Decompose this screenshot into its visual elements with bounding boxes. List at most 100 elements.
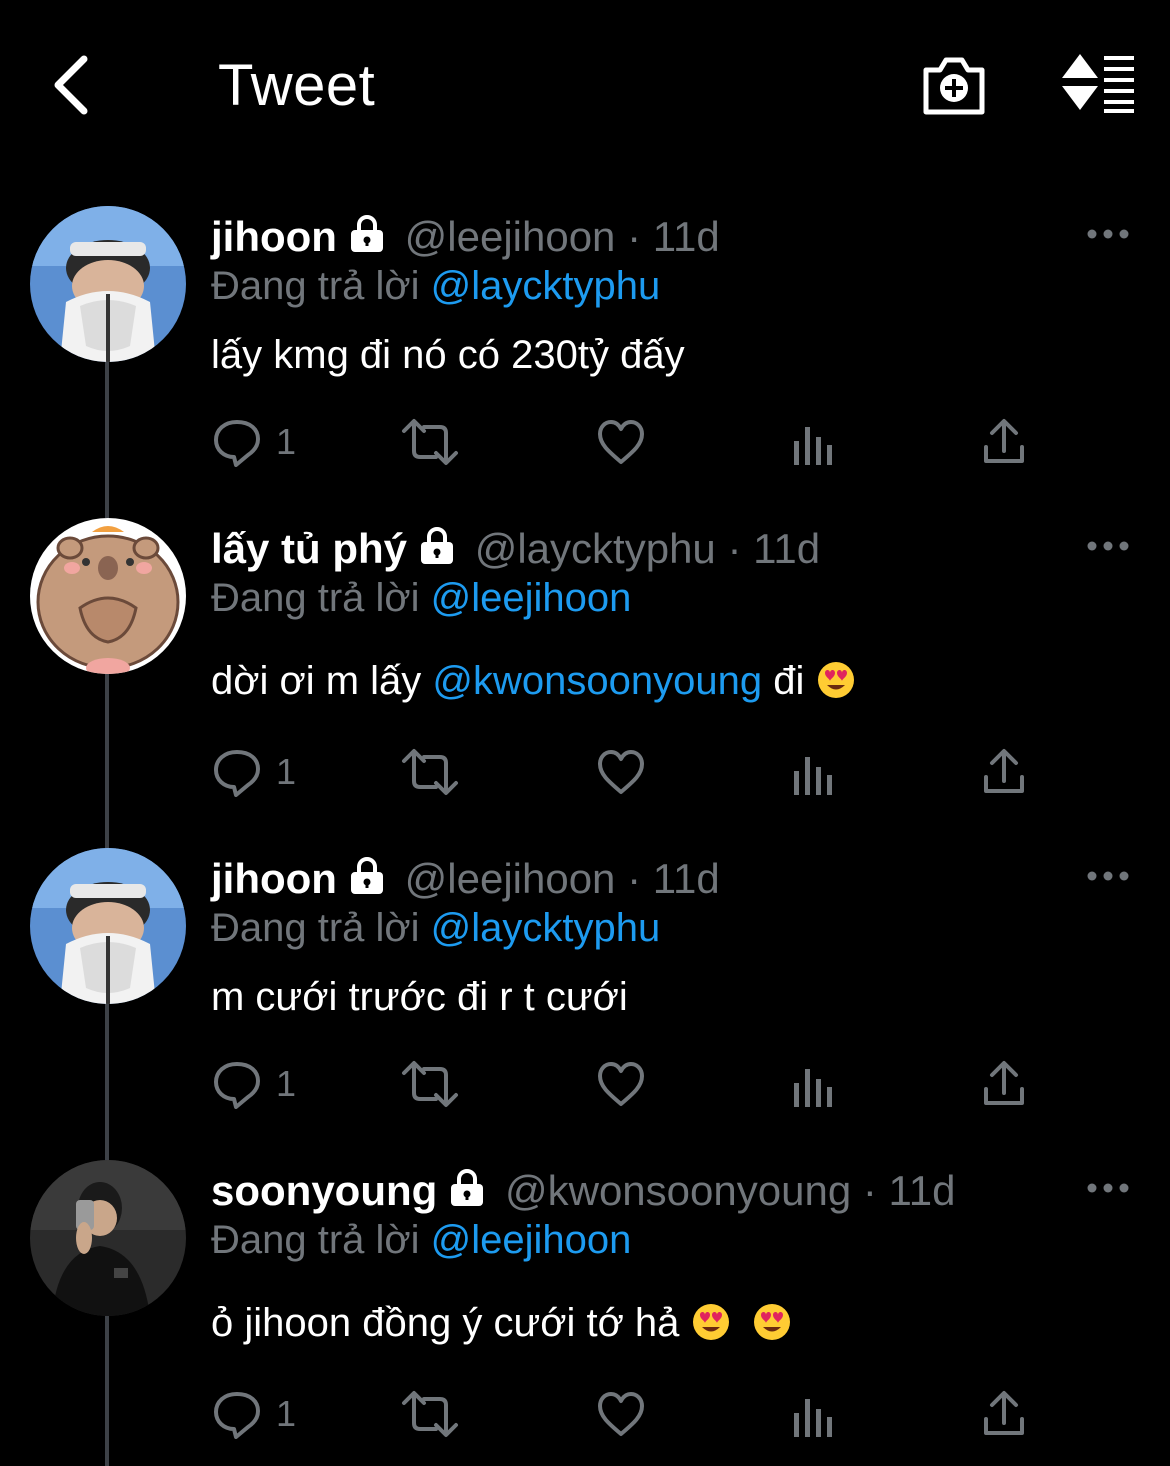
separator-dot: · (727, 525, 742, 572)
replying-to-label: Đang trả lời (211, 1218, 420, 1262)
thread-line (105, 1004, 109, 1162)
avatar-photo-soonyoung (30, 1160, 186, 1316)
share-button[interactable] (982, 1388, 1026, 1440)
user-handle[interactable]: @leejihoon (405, 855, 616, 902)
more-options-button[interactable] (1086, 534, 1130, 558)
user-handle[interactable]: @leejihoon (405, 213, 616, 260)
tweet-actions: 1 (210, 1058, 1040, 1118)
reply-count: 1 (276, 421, 297, 462)
replying-to: Đang trả lời @laycktyphu (211, 262, 660, 310)
replying-to: Đang trả lời @laycktyphu (211, 904, 660, 952)
analytics-button[interactable] (792, 1388, 836, 1440)
tweet-mention[interactable]: @kwonsoonyoung (432, 659, 762, 703)
replying-to-mention[interactable]: @leejihoon (431, 576, 632, 620)
share-icon (984, 1391, 1024, 1435)
camera-button[interactable] (920, 50, 988, 118)
sort-button[interactable] (1058, 52, 1138, 114)
more-options-button[interactable] (1086, 1176, 1130, 1200)
analytics-icon (794, 1399, 832, 1437)
avatar[interactable] (30, 1160, 186, 1316)
retweet-button[interactable] (400, 1388, 460, 1440)
retweet-icon (402, 1061, 458, 1107)
tweet-text: lấy kmg đi nó có 230tỷ đấy (211, 333, 685, 377)
replying-to-label: Đang trả lời (211, 906, 420, 950)
avatar-capybara (30, 518, 186, 674)
like-button[interactable] (596, 416, 646, 468)
like-button[interactable] (596, 1388, 646, 1440)
user-handle[interactable]: @kwonsoonyoung (505, 1167, 851, 1214)
thread-line (105, 1316, 109, 1466)
analytics-icon (794, 1069, 832, 1107)
page-title: Tweet (218, 53, 376, 118)
timestamp: 11d (652, 855, 720, 902)
timestamp: 11d (888, 1167, 956, 1214)
analytics-button[interactable] (792, 746, 836, 798)
tweet-text-part: ỏ jihoon đồng ý cưới tớ hả (211, 1301, 680, 1345)
tweet-text-part: dời ơi m lấy (211, 659, 422, 703)
more-options-button[interactable] (1086, 864, 1130, 888)
thread-line (105, 674, 109, 850)
avatar-photo-jihoon (30, 848, 186, 1004)
replying-to-mention[interactable]: @laycktyphu (431, 906, 661, 950)
reply-count: 1 (276, 1393, 297, 1434)
like-button[interactable] (596, 746, 646, 798)
tweet-header: lấy tủ phý @laycktyphu · 11d (211, 524, 820, 576)
analytics-icon (794, 757, 832, 795)
share-button[interactable] (982, 746, 1026, 798)
reply-button[interactable]: 1 (212, 746, 296, 798)
more-icon (1087, 541, 1129, 551)
replying-to-label: Đang trả lời (211, 264, 420, 308)
more-icon (1087, 229, 1129, 239)
lock-icon (417, 525, 457, 576)
share-button[interactable] (982, 1058, 1026, 1110)
timestamp: 11d (753, 525, 821, 572)
timestamp: 11d (652, 213, 720, 260)
retweet-icon (402, 419, 458, 465)
reply-button[interactable]: 1 (212, 1058, 296, 1110)
reply-button[interactable]: 1 (212, 1388, 296, 1440)
tweet-text-part: đi (773, 659, 805, 703)
display-name[interactable]: jihoon (211, 855, 337, 902)
share-icon (984, 1061, 1024, 1105)
heart-icon (598, 1392, 644, 1436)
user-handle[interactable]: @laycktyphu (475, 525, 716, 572)
reply-icon (214, 1392, 260, 1439)
more-options-button[interactable] (1086, 222, 1130, 246)
tweet-actions: 1 (210, 746, 1040, 806)
retweet-icon (402, 1391, 458, 1437)
display-name[interactable]: soonyoung (211, 1167, 437, 1214)
retweet-button[interactable] (400, 416, 460, 468)
heart-icon (598, 420, 644, 464)
avatar[interactable] (30, 518, 186, 674)
retweet-button[interactable] (400, 1058, 460, 1110)
tweet-actions: 1 (210, 1388, 1040, 1448)
heart-eyes-emoji-icon (692, 1304, 729, 1340)
share-button[interactable] (982, 416, 1026, 468)
lock-icon (447, 1167, 487, 1218)
analytics-button[interactable] (792, 416, 836, 468)
avatar[interactable] (30, 848, 186, 1004)
display-name[interactable]: jihoon (211, 213, 337, 260)
replying-to-mention[interactable]: @laycktyphu (431, 264, 661, 308)
retweet-button[interactable] (400, 746, 460, 798)
tweet-text: m cưới trước đi r t cưới (211, 975, 628, 1019)
replying-to-label: Đang trả lời (211, 576, 420, 620)
replying-to-mention[interactable]: @leejihoon (431, 1218, 632, 1262)
avatar[interactable] (30, 206, 186, 362)
display-name[interactable]: lấy tủ phý (211, 525, 407, 572)
share-icon (984, 749, 1024, 793)
lock-icon (347, 855, 387, 906)
analytics-button[interactable] (792, 1058, 836, 1110)
sort-icon (1062, 54, 1134, 113)
separator-dot: · (627, 855, 642, 902)
like-button[interactable] (596, 1058, 646, 1110)
top-bar: Tweet (0, 0, 1170, 170)
reply-button[interactable]: 1 (212, 416, 296, 468)
more-icon (1087, 871, 1129, 881)
tweet-header: jihoon @leejihoon · 11d (211, 212, 720, 264)
replying-to: Đang trả lời @leejihoon (211, 1216, 631, 1264)
chevron-left-icon (54, 55, 88, 115)
back-button[interactable] (40, 50, 100, 120)
tweet-header: soonyoung @kwonsoonyoung · 11d (211, 1166, 956, 1218)
tweet-header: jihoon @leejihoon · 11d (211, 854, 720, 906)
